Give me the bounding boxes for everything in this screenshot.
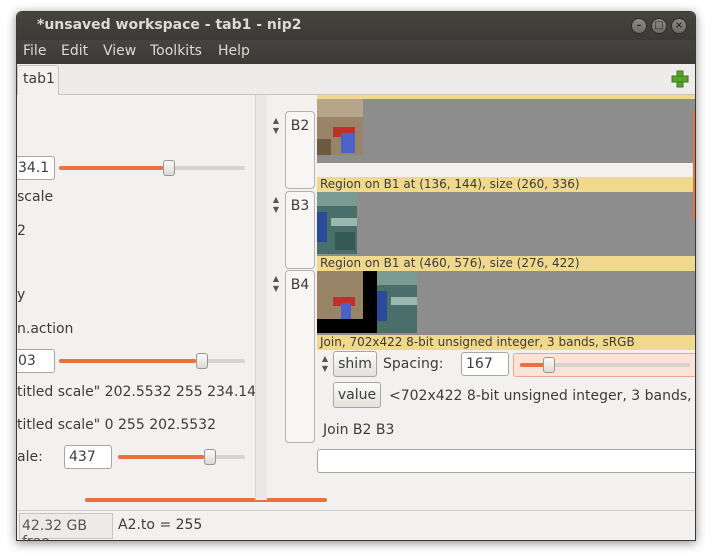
row-b2-updown-icon[interactable]: ▲ ▼	[271, 116, 281, 136]
row-b4-image-view[interactable]	[317, 271, 695, 335]
spacing-label: Spacing:	[383, 356, 444, 372]
slider-2-knob[interactable]	[196, 353, 208, 369]
row-b3-image-view[interactable]	[317, 192, 695, 256]
value-text-y: y	[17, 287, 26, 303]
close-icon[interactable]: ×	[671, 18, 687, 34]
slider-3[interactable]	[118, 449, 245, 465]
row-b2-image-view[interactable]	[317, 99, 695, 163]
app-window: *unsaved workspace - tab1 - nip2 – □ × F…	[16, 11, 696, 541]
scale-line-2: titled scale" 0 255 202.5532	[17, 417, 217, 433]
left-horizontal-scrollbar[interactable]	[85, 498, 327, 502]
row-b3-caption: Region on B1 at (460, 576), size (276, 4…	[317, 256, 695, 271]
slider-2[interactable]	[59, 353, 245, 369]
pane-divider[interactable]	[255, 95, 267, 500]
row-b4-updown-icon[interactable]: ▲ ▼	[271, 274, 281, 294]
value-entry-2[interactable]: 03	[17, 349, 55, 373]
spacing-slider[interactable]	[513, 353, 695, 377]
row-b3-thumbnail	[317, 192, 357, 254]
slider-1-knob[interactable]	[163, 160, 175, 176]
row-b3-label[interactable]: B3	[285, 191, 315, 269]
statusbar: 42.32 GB free A2.to = 255	[17, 510, 695, 540]
row-b4-caption: Join, 702x422 8-bit unsigned integer, 3 …	[317, 335, 695, 350]
value-description: <702x422 8-bit unsigned integer, 3 bands…	[389, 388, 695, 404]
right-vertical-scrollbar[interactable]	[693, 110, 695, 220]
minimize-icon[interactable]: –	[631, 18, 647, 34]
menu-help[interactable]: Help	[218, 43, 250, 59]
row-b4-label[interactable]: B4	[285, 270, 315, 443]
formula-text: Join B2 B3	[323, 422, 395, 438]
formula-input[interactable]	[317, 449, 695, 473]
action-text: n.action	[17, 321, 74, 337]
menu-toolkits[interactable]: Toolkits	[150, 43, 202, 59]
window-title: *unsaved workspace - tab1 - nip2	[37, 17, 302, 33]
value-entry-1[interactable]: 34.1	[17, 156, 55, 180]
add-tab-icon[interactable]	[671, 70, 689, 88]
left-workspace-pane: 34.1 scale 2 y n.action 03 titled scale"…	[17, 95, 255, 500]
tab-bar: tab1	[17, 64, 695, 95]
menu-edit[interactable]: Edit	[61, 43, 88, 59]
value-text-2: 2	[17, 223, 26, 239]
titlebar: *unsaved workspace - tab1 - nip2 – □ ×	[17, 12, 695, 40]
shim-updown-icon[interactable]: ▲ ▼	[320, 354, 330, 374]
value-entry-3[interactable]: 437	[64, 445, 112, 469]
free-space-indicator: 42.32 GB free	[19, 513, 113, 540]
status-message: A2.to = 255	[118, 517, 203, 533]
tab-tab1[interactable]: tab1	[17, 65, 59, 95]
spacing-entry[interactable]: 167	[461, 352, 509, 376]
row-b3-updown-icon[interactable]: ▲ ▼	[271, 195, 281, 215]
menubar: File Edit View Toolkits Help	[17, 40, 695, 64]
shim-button[interactable]: shim	[333, 351, 377, 377]
maximize-icon[interactable]: □	[651, 18, 667, 34]
right-workspace-pane: ▲ ▼ B2 Region on B1 at (136, 144), size (…	[267, 95, 695, 479]
spacing-slider-knob[interactable]	[543, 357, 555, 373]
row-b2-caption: Region on B1 at (136, 144), size (260, 3…	[317, 177, 695, 192]
value-button[interactable]: value	[333, 382, 381, 408]
scale-label: ale:	[17, 449, 43, 465]
row-b4-thumbnail	[317, 271, 417, 333]
scale-line-1: titled scale" 202.5532 255 234.1477	[17, 384, 255, 400]
menu-view[interactable]: View	[103, 43, 136, 59]
row-b2-label[interactable]: B2	[285, 111, 315, 189]
row-b2-thumbnail	[317, 99, 363, 155]
slider-1[interactable]	[59, 160, 245, 176]
slider-3-knob[interactable]	[204, 449, 216, 465]
scale-text: scale	[17, 189, 54, 205]
menu-file[interactable]: File	[23, 43, 46, 59]
